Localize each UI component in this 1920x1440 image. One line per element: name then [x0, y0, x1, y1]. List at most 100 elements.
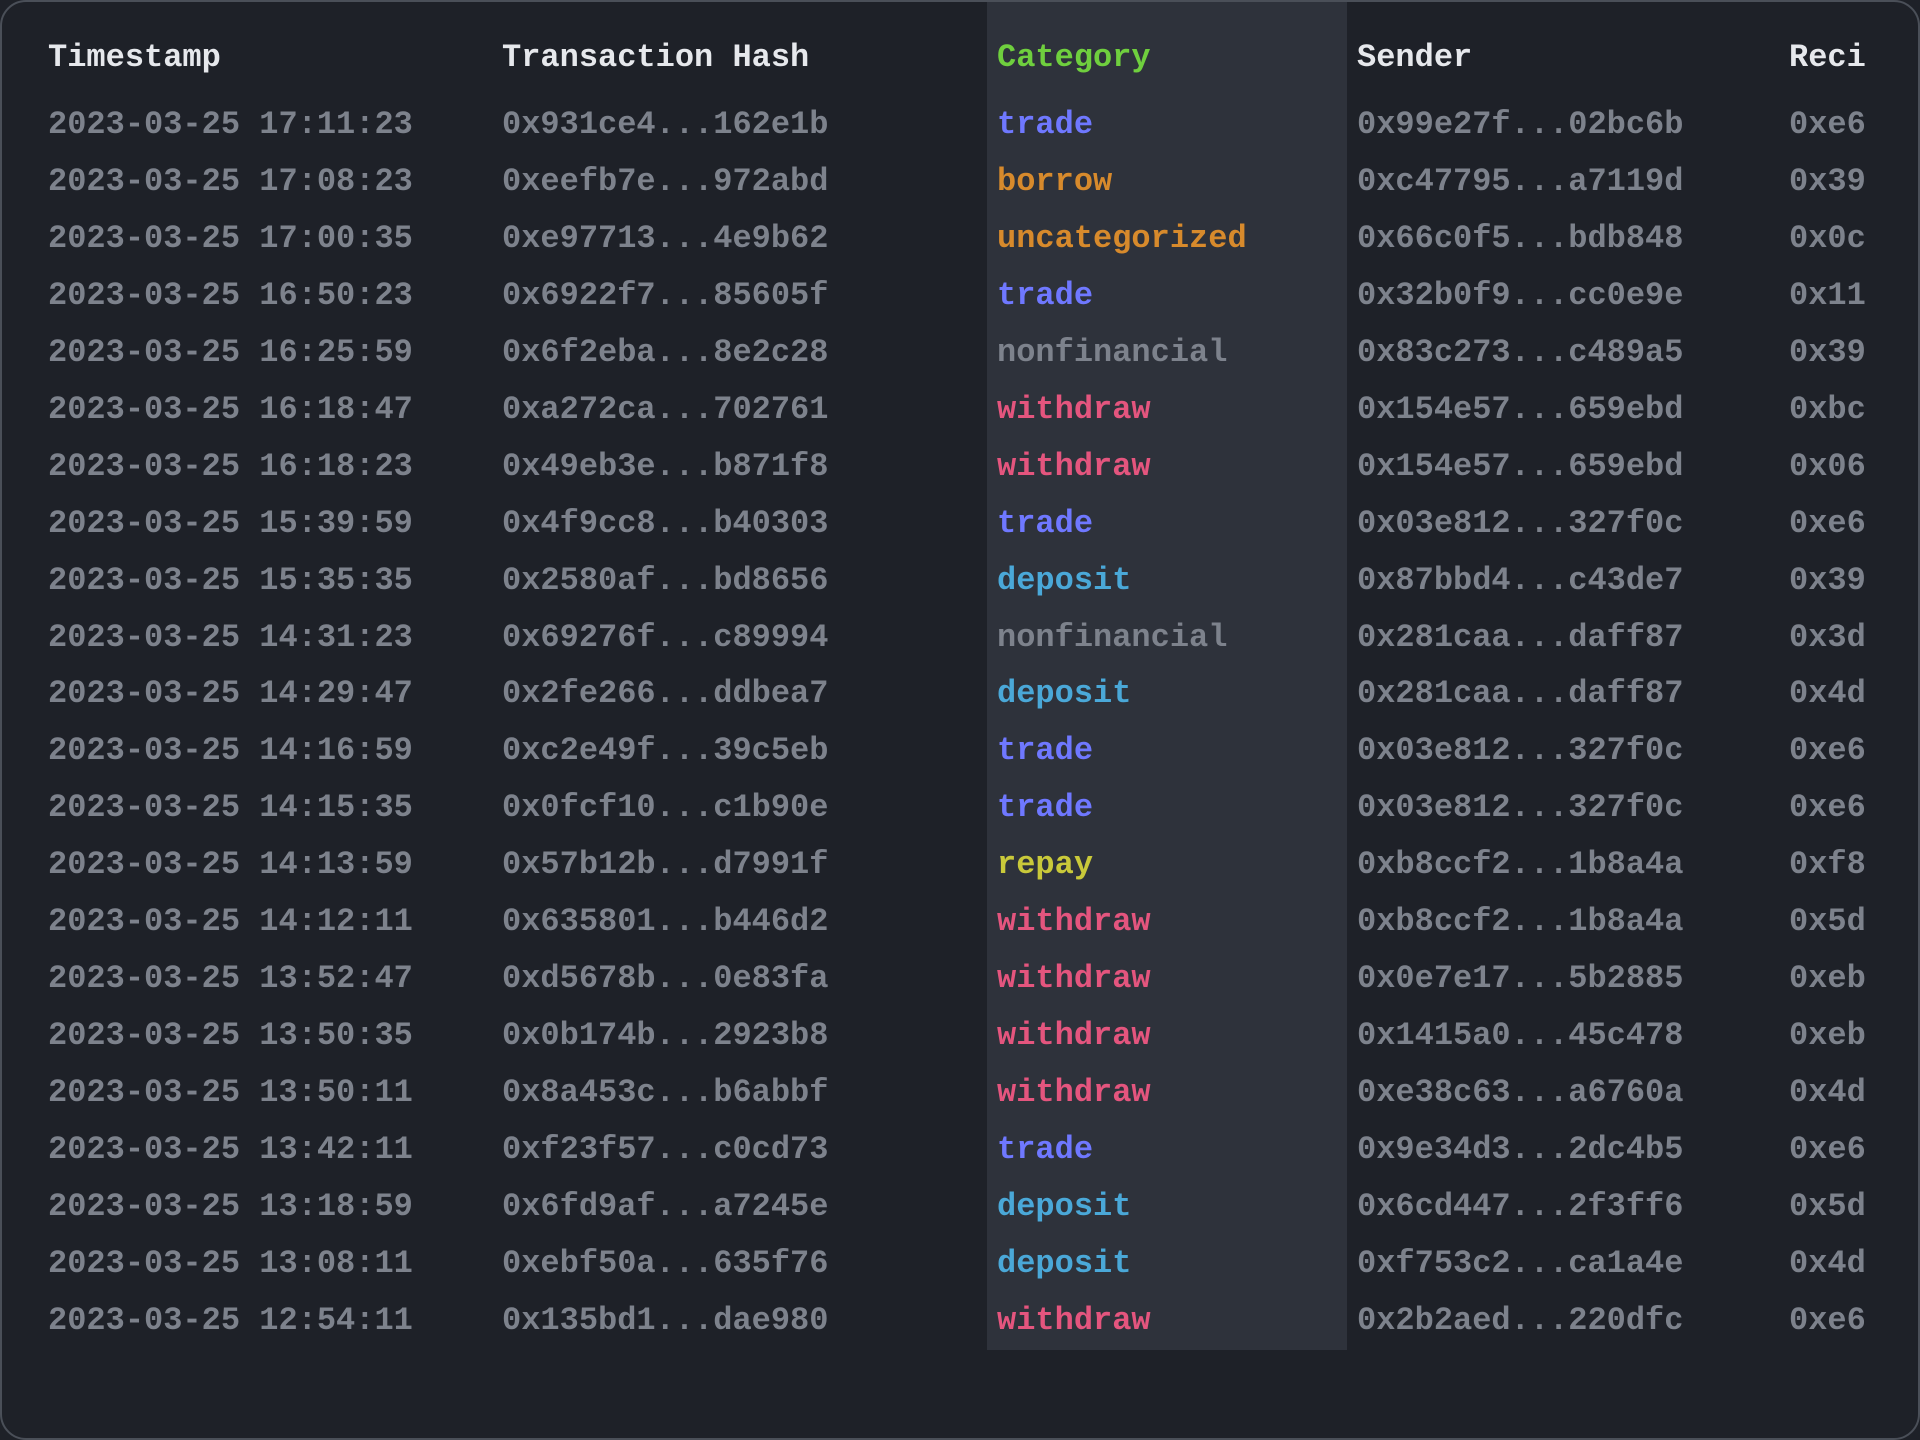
cell-hash[interactable]: 0x135bd1...dae980 — [502, 1293, 987, 1350]
table-row[interactable]: 2023-03-25 14:15:350x0fcf10...c1b90etrad… — [2, 780, 1920, 837]
table-row[interactable]: 2023-03-25 13:08:110xebf50a...635f76depo… — [2, 1236, 1920, 1293]
table-row[interactable]: 2023-03-25 13:52:470xd5678b...0e83fawith… — [2, 951, 1920, 1008]
cell-recipient[interactable]: 0x5d — [1789, 1179, 1920, 1236]
table-row[interactable]: 2023-03-25 16:50:230x6922f7...85605ftrad… — [2, 268, 1920, 325]
cell-category[interactable]: withdraw — [987, 1008, 1347, 1065]
table-row[interactable]: 2023-03-25 14:29:470x2fe266...ddbea7depo… — [2, 666, 1920, 723]
cell-category[interactable]: nonfinancial — [987, 325, 1347, 382]
cell-sender[interactable]: 0x32b0f9...cc0e9e — [1347, 268, 1789, 325]
cell-category[interactable]: repay — [987, 837, 1347, 894]
cell-hash[interactable]: 0xa272ca...702761 — [502, 382, 987, 439]
cell-hash[interactable]: 0x69276f...c89994 — [502, 610, 987, 667]
cell-sender[interactable]: 0x66c0f5...bdb848 — [1347, 211, 1789, 268]
cell-hash[interactable]: 0xc2e49f...39c5eb — [502, 723, 987, 780]
cell-hash[interactable]: 0xebf50a...635f76 — [502, 1236, 987, 1293]
cell-hash[interactable]: 0x57b12b...d7991f — [502, 837, 987, 894]
cell-hash[interactable]: 0x6fd9af...a7245e — [502, 1179, 987, 1236]
cell-recipient[interactable]: 0xe6 — [1789, 97, 1920, 154]
cell-recipient[interactable]: 0xe6 — [1789, 1293, 1920, 1350]
cell-category[interactable]: uncategorized — [987, 211, 1347, 268]
cell-sender[interactable]: 0x281caa...daff87 — [1347, 610, 1789, 667]
cell-category[interactable]: trade — [987, 97, 1347, 154]
col-header-category[interactable]: Category — [987, 2, 1347, 97]
cell-hash[interactable]: 0x49eb3e...b871f8 — [502, 439, 987, 496]
cell-category[interactable]: trade — [987, 268, 1347, 325]
col-header-hash[interactable]: Transaction Hash — [502, 2, 987, 97]
col-header-timestamp[interactable]: Timestamp — [2, 2, 502, 97]
cell-recipient[interactable]: 0x4d — [1789, 666, 1920, 723]
cell-category[interactable]: withdraw — [987, 894, 1347, 951]
cell-sender[interactable]: 0xc47795...a7119d — [1347, 154, 1789, 211]
cell-sender[interactable]: 0x83c273...c489a5 — [1347, 325, 1789, 382]
cell-hash[interactable]: 0x0b174b...2923b8 — [502, 1008, 987, 1065]
cell-hash[interactable]: 0x931ce4...162e1b — [502, 97, 987, 154]
cell-hash[interactable]: 0x4f9cc8...b40303 — [502, 496, 987, 553]
cell-sender[interactable]: 0x2b2aed...220dfc — [1347, 1293, 1789, 1350]
cell-hash[interactable]: 0x635801...b446d2 — [502, 894, 987, 951]
cell-sender[interactable]: 0x03e812...327f0c — [1347, 723, 1789, 780]
cell-recipient[interactable]: 0xbc — [1789, 382, 1920, 439]
cell-category[interactable]: trade — [987, 780, 1347, 837]
table-row[interactable]: 2023-03-25 14:13:590x57b12b...d7991frepa… — [2, 837, 1920, 894]
cell-sender[interactable]: 0x1415a0...45c478 — [1347, 1008, 1789, 1065]
table-row[interactable]: 2023-03-25 13:42:110xf23f57...c0cd73trad… — [2, 1122, 1920, 1179]
cell-category[interactable]: deposit — [987, 666, 1347, 723]
cell-sender[interactable]: 0xb8ccf2...1b8a4a — [1347, 894, 1789, 951]
cell-recipient[interactable]: 0xe6 — [1789, 496, 1920, 553]
cell-recipient[interactable]: 0x06 — [1789, 439, 1920, 496]
cell-recipient[interactable]: 0xe6 — [1789, 780, 1920, 837]
cell-category[interactable]: nonfinancial — [987, 610, 1347, 667]
cell-recipient[interactable]: 0xf8 — [1789, 837, 1920, 894]
cell-sender[interactable]: 0xf753c2...ca1a4e — [1347, 1236, 1789, 1293]
cell-hash[interactable]: 0xeefb7e...972abd — [502, 154, 987, 211]
cell-category[interactable]: deposit — [987, 1179, 1347, 1236]
table-row[interactable]: 2023-03-25 17:11:230x931ce4...162e1btrad… — [2, 97, 1920, 154]
cell-hash[interactable]: 0x6f2eba...8e2c28 — [502, 325, 987, 382]
cell-sender[interactable]: 0x154e57...659ebd — [1347, 439, 1789, 496]
cell-sender[interactable]: 0x03e812...327f0c — [1347, 780, 1789, 837]
cell-recipient[interactable]: 0x3d — [1789, 610, 1920, 667]
cell-recipient[interactable]: 0x39 — [1789, 154, 1920, 211]
table-row[interactable]: 2023-03-25 16:18:470xa272ca...702761with… — [2, 382, 1920, 439]
table-row[interactable]: 2023-03-25 13:18:590x6fd9af...a7245edepo… — [2, 1179, 1920, 1236]
cell-category[interactable]: withdraw — [987, 439, 1347, 496]
cell-sender[interactable]: 0x9e34d3...2dc4b5 — [1347, 1122, 1789, 1179]
cell-hash[interactable]: 0xd5678b...0e83fa — [502, 951, 987, 1008]
table-row[interactable]: 2023-03-25 17:08:230xeefb7e...972abdborr… — [2, 154, 1920, 211]
cell-hash[interactable]: 0x2fe266...ddbea7 — [502, 666, 987, 723]
cell-sender[interactable]: 0x154e57...659ebd — [1347, 382, 1789, 439]
cell-recipient[interactable]: 0xe6 — [1789, 1122, 1920, 1179]
cell-category[interactable]: withdraw — [987, 382, 1347, 439]
cell-sender[interactable]: 0x87bbd4...c43de7 — [1347, 553, 1789, 610]
cell-sender[interactable]: 0x99e27f...02bc6b — [1347, 97, 1789, 154]
cell-category[interactable]: borrow — [987, 154, 1347, 211]
cell-hash[interactable]: 0xf23f57...c0cd73 — [502, 1122, 987, 1179]
table-row[interactable]: 2023-03-25 14:16:590xc2e49f...39c5ebtrad… — [2, 723, 1920, 780]
table-row[interactable]: 2023-03-25 13:50:350x0b174b...2923b8with… — [2, 1008, 1920, 1065]
cell-sender[interactable]: 0x0e7e17...5b2885 — [1347, 951, 1789, 1008]
cell-hash[interactable]: 0x0fcf10...c1b90e — [502, 780, 987, 837]
cell-recipient[interactable]: 0x4d — [1789, 1065, 1920, 1122]
cell-recipient[interactable]: 0x39 — [1789, 325, 1920, 382]
cell-category[interactable]: withdraw — [987, 951, 1347, 1008]
cell-hash[interactable]: 0x8a453c...b6abbf — [502, 1065, 987, 1122]
cell-sender[interactable]: 0x6cd447...2f3ff6 — [1347, 1179, 1789, 1236]
cell-recipient[interactable]: 0x5d — [1789, 894, 1920, 951]
cell-sender[interactable]: 0xe38c63...a6760a — [1347, 1065, 1789, 1122]
table-row[interactable]: 2023-03-25 16:18:230x49eb3e...b871f8with… — [2, 439, 1920, 496]
cell-sender[interactable]: 0x03e812...327f0c — [1347, 496, 1789, 553]
cell-category[interactable]: deposit — [987, 553, 1347, 610]
cell-recipient[interactable]: 0xeb — [1789, 951, 1920, 1008]
cell-recipient[interactable]: 0xe6 — [1789, 723, 1920, 780]
cell-hash[interactable]: 0xe97713...4e9b62 — [502, 211, 987, 268]
cell-category[interactable]: withdraw — [987, 1293, 1347, 1350]
cell-recipient[interactable]: 0x39 — [1789, 553, 1920, 610]
cell-recipient[interactable]: 0x4d — [1789, 1236, 1920, 1293]
table-row[interactable]: 2023-03-25 14:31:230x69276f...c89994nonf… — [2, 610, 1920, 667]
col-header-sender[interactable]: Sender — [1347, 2, 1789, 97]
cell-hash[interactable]: 0x2580af...bd8656 — [502, 553, 987, 610]
cell-recipient[interactable]: 0xeb — [1789, 1008, 1920, 1065]
table-row[interactable]: 2023-03-25 17:00:350xe97713...4e9b62unca… — [2, 211, 1920, 268]
cell-category[interactable]: trade — [987, 1122, 1347, 1179]
cell-category[interactable]: trade — [987, 723, 1347, 780]
